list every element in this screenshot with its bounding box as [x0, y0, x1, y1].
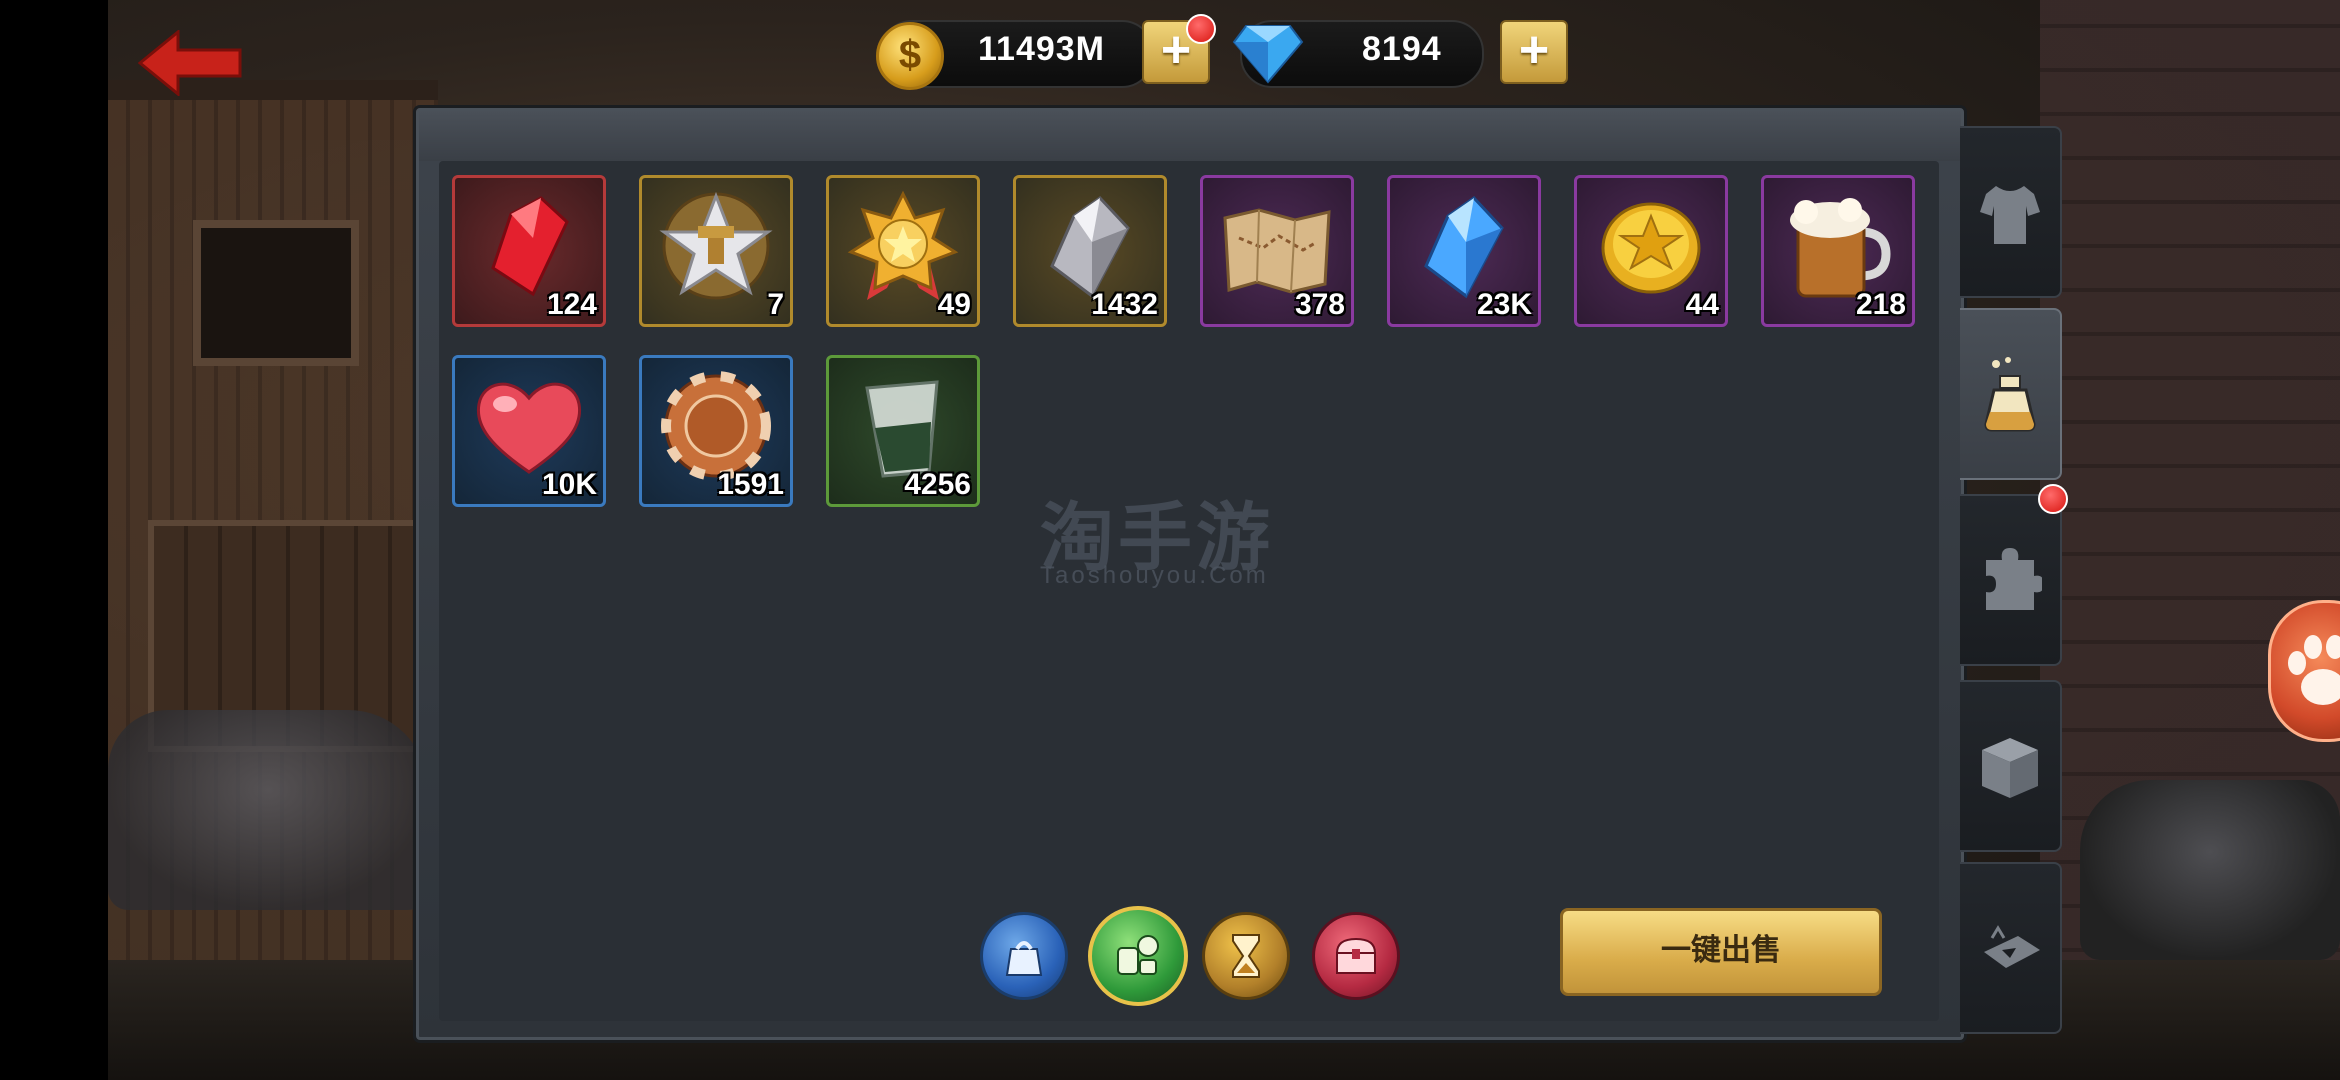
inventory-slot-silver-medal[interactable]: 7 [639, 175, 793, 327]
gold-amount: 11493M [978, 30, 1105, 68]
background-car-left [108, 710, 428, 910]
inventory-slot-treasure-map[interactable]: 378 [1200, 175, 1354, 327]
tab-special[interactable] [1960, 862, 2062, 1034]
gold-coin-icon: $ [876, 22, 944, 90]
gem-amount: 8194 [1362, 30, 1442, 68]
item-quantity: 44 [1685, 288, 1719, 321]
box-icon [1982, 738, 2038, 798]
item-quantity: 124 [546, 288, 597, 321]
shot-glass-icon [865, 380, 939, 478]
add-gems-button[interactable]: + [1500, 20, 1568, 84]
hourglass-icon [1232, 934, 1260, 978]
item-quantity: 218 [1855, 288, 1906, 321]
inventory-slot-gold-coin[interactable]: 44 [1574, 175, 1728, 327]
shirt-icon [1980, 186, 2040, 244]
red-crystal-icon [491, 196, 569, 297]
paw-icon [2288, 635, 2340, 705]
bag-icon [1005, 941, 1043, 976]
blue-crystal-icon [1424, 196, 1504, 299]
tab-fragments[interactable] [1960, 494, 2062, 666]
tab-items[interactable] [1960, 308, 2062, 480]
panel-header [419, 111, 1961, 161]
treasure-map-icon [1223, 208, 1331, 294]
inventory-slot-red-crystal[interactable]: 124 [452, 175, 606, 327]
inventory-slot-gold-medal[interactable]: 49 [826, 175, 980, 327]
puzzle-piece-icon [1986, 548, 2042, 610]
consumables-icon [1117, 935, 1159, 975]
tab-equipment[interactable] [1960, 126, 2062, 298]
filter-time-button[interactable] [1202, 912, 1290, 1000]
item-quantity: 378 [1294, 288, 1345, 321]
inventory-slot-beer[interactable]: 218 [1761, 175, 1915, 327]
potion-icon [1984, 357, 2036, 432]
watermark-url: Taoshouyou.Com [1040, 562, 1269, 589]
inventory-slot-heart[interactable]: 10K [452, 355, 606, 507]
item-quantity: 49 [937, 288, 971, 321]
background-car-right [2080, 780, 2340, 960]
inventory-slot-silver-crystal[interactable]: 1432 [1013, 175, 1167, 327]
card-icon [1984, 925, 2040, 968]
inventory-slot-casino-chip[interactable]: 1591 [639, 355, 793, 507]
item-quantity: 1591 [717, 468, 784, 501]
silver-star-hammer-medal-icon [659, 191, 773, 300]
item-quantity: 23K [1476, 288, 1532, 321]
tab-materials[interactable] [1960, 680, 2062, 852]
item-quantity: 7 [767, 288, 784, 321]
pet-paw-button[interactable] [2268, 600, 2340, 742]
sell-all-button[interactable]: 一键出售 [1560, 908, 1882, 996]
beer-mug-icon [1790, 198, 1891, 298]
notification-dot [2038, 484, 2068, 514]
back-button[interactable] [137, 28, 242, 98]
filter-all-button[interactable] [980, 912, 1068, 1000]
item-quantity: 4256 [904, 468, 971, 501]
red-heart-icon [476, 382, 582, 474]
blue-diamond-icon [1232, 25, 1304, 84]
inventory-slot-shot-glass[interactable]: 4256 [826, 355, 980, 507]
background-window [193, 220, 359, 366]
gold-star-coin-icon [1601, 202, 1701, 294]
inventory-slot-blue-crystal[interactable]: 23K [1387, 175, 1541, 327]
back-arrow-icon [137, 28, 242, 98]
item-quantity: 10K [541, 468, 597, 501]
silver-crystal-icon [1050, 196, 1130, 299]
gold-star-medal-icon [847, 190, 959, 300]
item-quantity: 1432 [1091, 288, 1158, 321]
filter-chest-button[interactable] [1312, 912, 1400, 1000]
casino-chip-icon [661, 371, 771, 481]
notification-dot [1186, 14, 1216, 44]
filter-consumables-button[interactable] [1088, 906, 1188, 1006]
treasure-chest-icon [1335, 937, 1377, 974]
